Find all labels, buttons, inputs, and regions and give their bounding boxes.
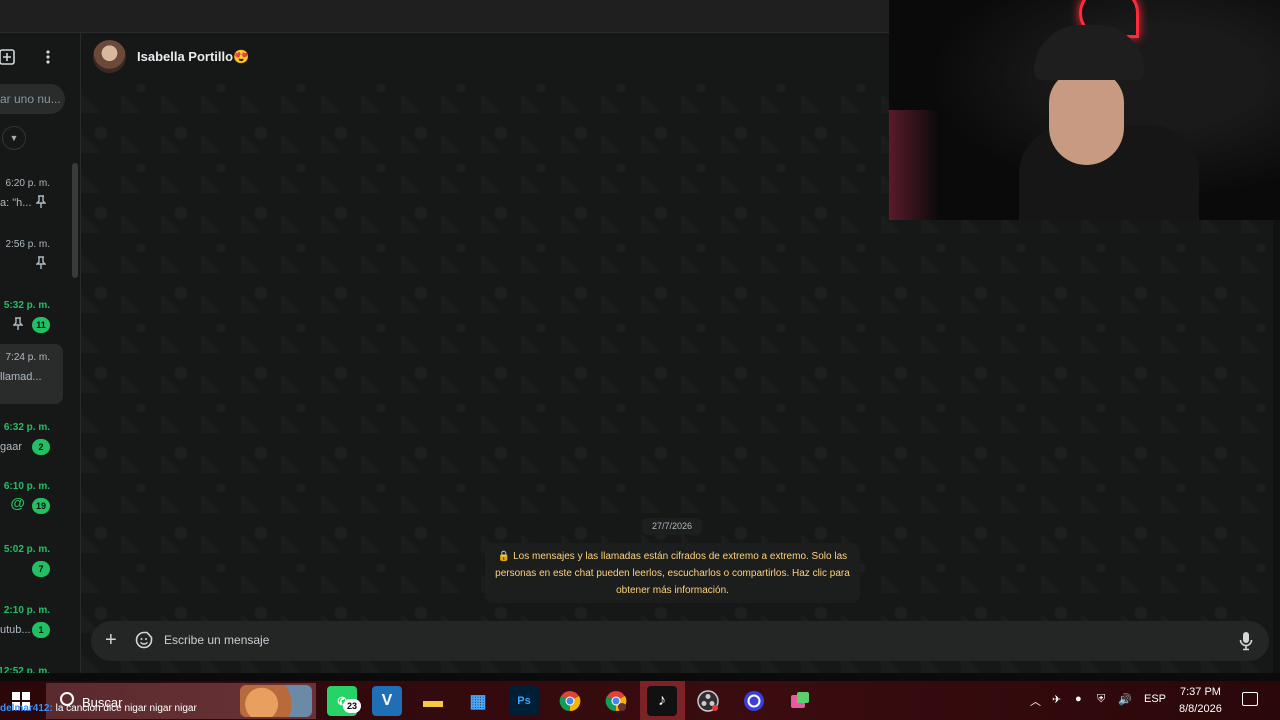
chat-preview: llamad... bbox=[0, 371, 42, 383]
chat-preview: a: "h... bbox=[0, 197, 32, 209]
chat-time: 2:56 p. m. bbox=[5, 239, 50, 250]
chat-search-input[interactable]: ar uno nu... bbox=[0, 84, 65, 114]
encryption-notice[interactable]: 🔒 Los mensajes y las llamadas están cifr… bbox=[485, 543, 860, 603]
obs-icon[interactable] bbox=[693, 686, 723, 716]
stream-chat-user: delmar412: bbox=[0, 703, 53, 714]
pin-icon bbox=[12, 317, 25, 331]
unread-badge: 7 bbox=[32, 561, 50, 577]
chat-list-item[interactable]: 7:24 p. m. llamad... bbox=[0, 344, 63, 404]
avatar[interactable] bbox=[93, 40, 126, 73]
chrome-icon[interactable] bbox=[555, 686, 585, 716]
windows-taskbar: Buscar ✆ 23 V ▬ ▦ Ps ♪ ︿ ✈ ● ⛨ 🔊 ESP 7:3 bbox=[0, 681, 1280, 720]
filter-dropdown-icon[interactable]: ▼ bbox=[2, 126, 26, 150]
contact-name[interactable]: Isabella Portillo😍 bbox=[137, 49, 249, 65]
chat-time: 5:32 p. m. bbox=[3, 300, 50, 311]
clock-date[interactable]: 8/8/2026 bbox=[1179, 703, 1222, 715]
window-title-bar bbox=[0, 0, 889, 33]
volume-icon[interactable]: 🔊 bbox=[1118, 693, 1132, 706]
pin-icon bbox=[35, 195, 48, 209]
app-circle-icon[interactable] bbox=[739, 686, 769, 716]
language-indicator[interactable]: ESP bbox=[1144, 693, 1166, 705]
mention-icon: @ bbox=[10, 495, 25, 512]
sticker-icon[interactable] bbox=[135, 631, 153, 649]
chat-preview: utub... bbox=[0, 624, 31, 636]
microphone-tray-icon[interactable]: ● bbox=[1075, 693, 1082, 705]
unread-badge: 19 bbox=[31, 498, 50, 514]
stream-chat-text: la cancion dice nigar nigar nigar bbox=[52, 703, 197, 714]
chrome-profile-icon[interactable] bbox=[601, 686, 631, 716]
date-separator: 27/7/2026 bbox=[642, 518, 702, 535]
person-face bbox=[1049, 70, 1124, 165]
notifications-icon[interactable] bbox=[1242, 692, 1258, 706]
network-icon[interactable]: ✈ bbox=[1052, 693, 1061, 706]
file-explorer-icon[interactable]: ▬ bbox=[418, 686, 448, 716]
chat-list-sidebar: ar uno nu... ▼ 6:20 p. m. a: "h... 2:56 p.… bbox=[0, 33, 81, 673]
chat-time: 6:10 p. m. bbox=[3, 481, 50, 492]
microphone-icon[interactable] bbox=[1239, 631, 1253, 651]
message-input[interactable]: Escribe un mensaje bbox=[164, 633, 269, 647]
app-game-icon[interactable] bbox=[785, 686, 815, 716]
clock-time[interactable]: 7:37 PM bbox=[1180, 686, 1221, 698]
webcam-overlay bbox=[889, 0, 1280, 220]
store-icon[interactable]: ▦ bbox=[463, 686, 493, 716]
attach-plus-icon[interactable]: + bbox=[105, 630, 117, 650]
chat-header[interactable]: Isabella Portillo😍 bbox=[81, 33, 889, 81]
v-app-icon[interactable]: V bbox=[372, 686, 402, 716]
chat-time: 7:24 p. m. bbox=[5, 352, 50, 363]
chat-list-item[interactable]: 6:32 p. m. gaar 2 bbox=[0, 414, 63, 474]
background-light bbox=[889, 110, 939, 220]
whatsapp-unread-badge: 23 bbox=[343, 699, 361, 713]
menu-kebab-icon[interactable] bbox=[38, 47, 58, 67]
chat-time: 6:32 p. m. bbox=[3, 422, 50, 433]
chat-list-item[interactable]: 5:02 p. m. 7 bbox=[0, 536, 63, 596]
chat-time: 12:52 p. m. bbox=[0, 666, 50, 673]
chat-time: 5:02 p. m. bbox=[3, 544, 50, 555]
stream-chat-message: delmar412: la cancion dice nigar nigar n… bbox=[0, 703, 197, 714]
search-highlight-image[interactable] bbox=[240, 685, 312, 717]
unread-badge: 1 bbox=[32, 622, 50, 638]
unread-badge: 2 bbox=[32, 439, 50, 455]
chat-list-item[interactable]: 2:56 p. m. bbox=[0, 231, 63, 291]
chat-time: 2:10 p. m. bbox=[3, 605, 50, 616]
chat-list-item[interactable]: 12:52 p. m. bbox=[0, 658, 63, 673]
unread-badge: 11 bbox=[32, 317, 50, 333]
chat-list-item[interactable]: 6:10 p. m. @19 bbox=[0, 473, 63, 533]
security-icon[interactable]: ⛨ bbox=[1097, 693, 1105, 706]
tiktok-icon[interactable]: ♪ bbox=[647, 686, 677, 716]
sidebar-scrollbar[interactable] bbox=[72, 163, 78, 278]
message-composer: + Escribe un mensaje bbox=[91, 621, 1269, 661]
chat-preview: gaar bbox=[0, 441, 23, 453]
chat-list-item[interactable]: 5:32 p. m. 11 bbox=[0, 292, 63, 352]
pin-icon bbox=[35, 256, 48, 270]
show-hidden-icons-icon[interactable]: ︿ bbox=[1030, 693, 1041, 709]
new-chat-icon[interactable] bbox=[0, 47, 17, 67]
photoshop-icon[interactable]: Ps bbox=[509, 686, 539, 716]
chat-list-item[interactable]: 2:10 p. m. utub... 1 bbox=[0, 597, 63, 657]
page-scrollbar[interactable] bbox=[1273, 220, 1280, 673]
chat-list-item[interactable]: 6:20 p. m. a: "h... bbox=[0, 170, 63, 230]
chat-time: 6:20 p. m. bbox=[5, 178, 50, 189]
